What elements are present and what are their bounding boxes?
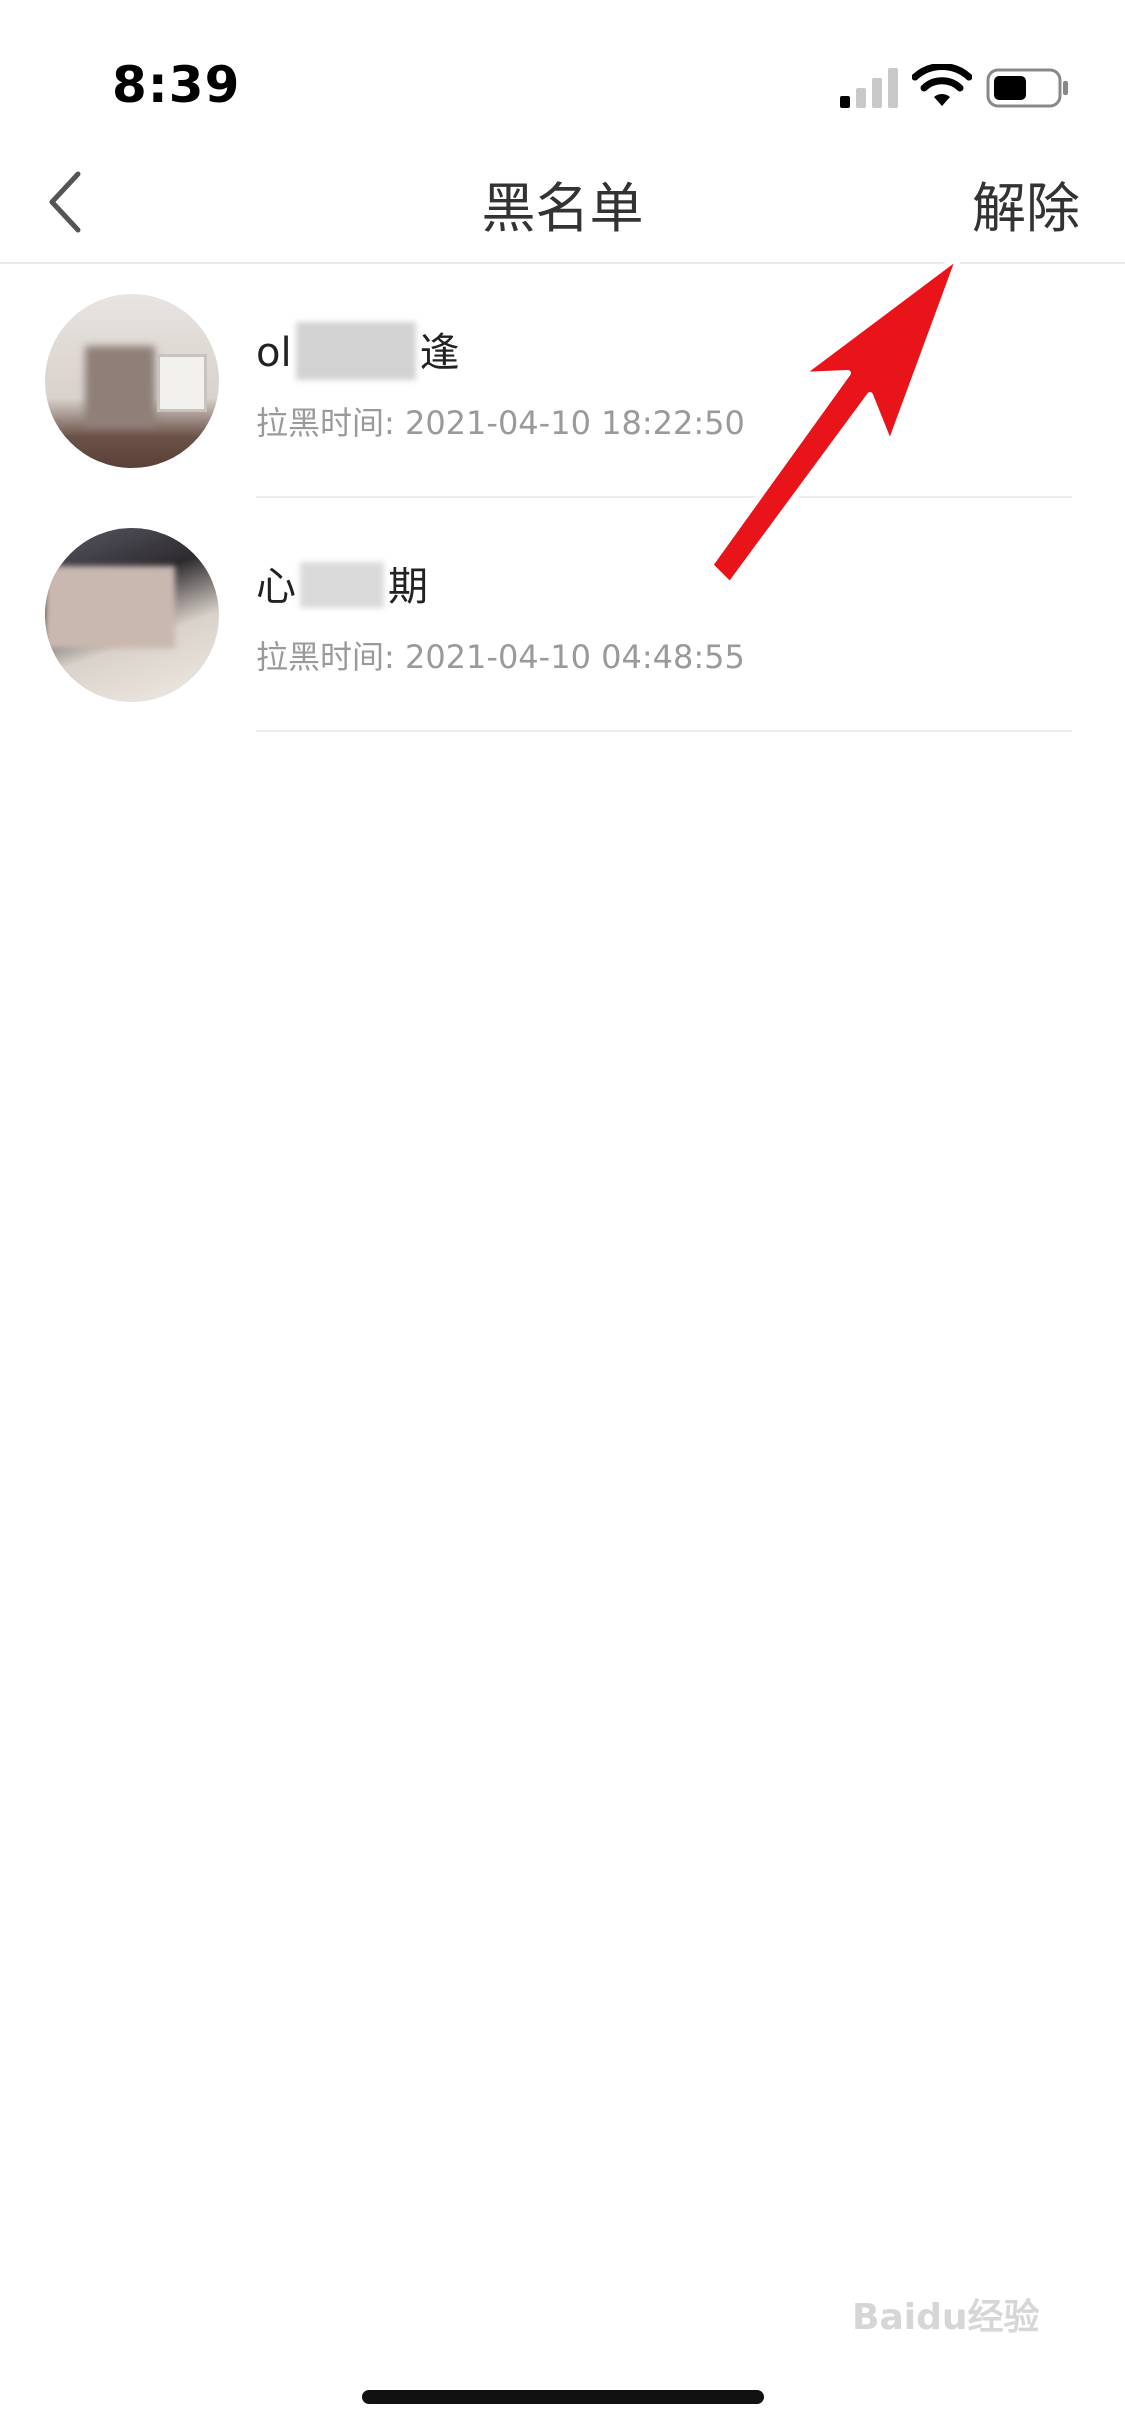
- user-name: 心期: [256, 554, 428, 612]
- battery-icon: [986, 68, 1068, 108]
- page-title: 黑名单: [481, 177, 644, 240]
- user-name-prefix: ol: [256, 330, 292, 376]
- user-name-suffix: 逢: [419, 330, 460, 376]
- user-name-prefix: 心: [256, 564, 296, 610]
- avatar-blur: [85, 346, 155, 426]
- home-indicator[interactable]: [362, 2390, 764, 2404]
- blocked-time: 拉黑时间: 2021-04-10 18:22:50: [256, 404, 745, 442]
- redacted-block: [300, 562, 384, 608]
- status-time: 8:39: [112, 56, 241, 114]
- unblock-button[interactable]: 解除: [972, 164, 1080, 243]
- user-name-suffix: 期: [388, 564, 428, 610]
- avatar[interactable]: [45, 528, 219, 702]
- avatar-picture-frame: [157, 354, 207, 412]
- wifi-icon: [912, 64, 972, 106]
- row-divider: [256, 730, 1072, 732]
- avatar-blur: [45, 566, 175, 648]
- watermark: Baidu经验: [852, 2297, 1040, 2338]
- avatar[interactable]: [45, 294, 219, 468]
- blocked-time: 拉黑时间: 2021-04-10 04:48:55: [256, 638, 745, 676]
- annotation-arrow-icon: [707, 252, 963, 588]
- signal-icon: [840, 68, 898, 108]
- redacted-block: [295, 322, 416, 380]
- user-name: ol 逢: [256, 320, 460, 380]
- status-bar: 8:39: [0, 0, 1125, 140]
